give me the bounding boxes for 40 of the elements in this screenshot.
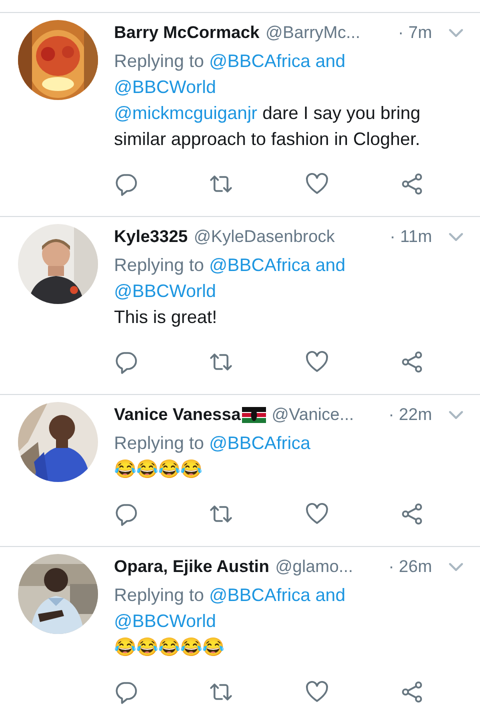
mention-link[interactable]: @mickmcguiganjr (114, 103, 258, 123)
tweet-text: 😂😂😂😂 (114, 458, 203, 481)
reply-icon[interactable] (114, 172, 138, 196)
tweet-text: This is great! (114, 306, 218, 329)
timestamp: · 7m (397, 22, 432, 44)
reply-icon[interactable] (114, 502, 138, 526)
user-handle: @BarryMc... (266, 22, 360, 44)
replying-to-line: Replying to @BBCAfrica and @BBCWorld (114, 584, 346, 633)
timestamp: · 26m (388, 556, 432, 578)
replying-to-line: Replying to @BBCAfrica and @BBCWorld (114, 254, 346, 303)
mention-link[interactable]: @BBCWorld (114, 77, 216, 97)
tweet-text: @mickmcguiganjr dare I say you bring similar approach to fashion in Clogher. (114, 102, 422, 151)
heart-icon[interactable] (304, 350, 329, 374)
reply-icon[interactable] (114, 350, 138, 374)
reply-icon[interactable] (114, 680, 138, 704)
user-name[interactable]: Barry McCormack (114, 20, 260, 46)
user-handle: @Vanice... (272, 404, 354, 426)
user-name[interactable]: Vanice Vanessa (114, 402, 241, 428)
timestamp: · 22m (388, 404, 432, 426)
user-name[interactable]: Opara, Ejike Austin (114, 554, 270, 580)
share-icon[interactable] (400, 680, 424, 704)
user-handle: @KyleDasenbrock (194, 226, 335, 248)
mention-link[interactable]: @BBCWorld (114, 281, 216, 301)
replying-to-line: Replying to @BBCAfrica and @BBCWorld (114, 50, 346, 99)
user-name[interactable]: Kyle3325 (114, 224, 188, 250)
heart-icon[interactable] (304, 172, 329, 196)
share-icon[interactable] (400, 502, 424, 526)
mention-link[interactable]: @BBCAfrica (209, 585, 310, 605)
replying-to-line: Replying to @BBCAfrica (114, 432, 312, 455)
mention-link[interactable]: @BBCWorld (114, 611, 216, 631)
user-handle: @glamo... (275, 556, 353, 578)
mention-link[interactable]: @BBCAfrica (209, 255, 310, 275)
timestamp: · 11m (388, 226, 432, 248)
mention-link[interactable]: @BBCAfrica (209, 51, 310, 71)
share-icon[interactable] (400, 172, 424, 196)
heart-icon[interactable] (304, 502, 329, 526)
tweet-text: 😂😂😂😂😂 (114, 636, 225, 659)
share-icon[interactable] (400, 350, 424, 374)
heart-icon[interactable] (304, 680, 329, 704)
mention-link[interactable]: @BBCAfrica (209, 433, 310, 453)
